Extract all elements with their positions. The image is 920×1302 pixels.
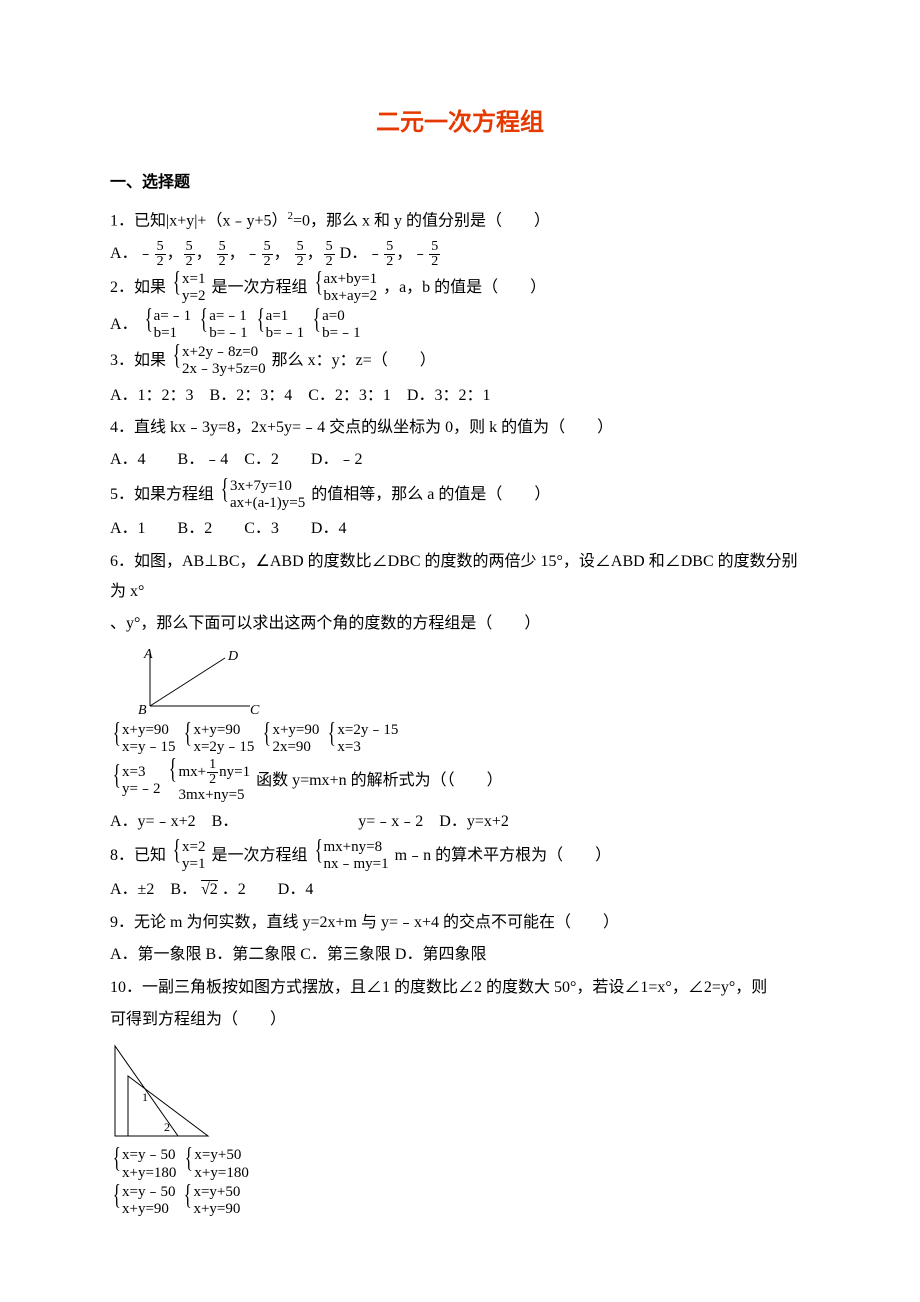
question-3-options: A．1：2：3 B．2：3：4 C．2：3：1 D．3：2：1 — [110, 381, 810, 411]
question-5-options: A．1 B．2 C．3 D．4 — [110, 514, 810, 544]
label-A: A — [143, 647, 153, 662]
question-8: 8．已知 x=2y=1 是一次方程组 mx+ny=8nx﹣my=1 m﹣n 的算… — [110, 839, 810, 874]
frac-icon: 52 — [429, 240, 440, 269]
q5-stem-b: 的值相等，那么 a 的值是（ ） — [311, 486, 550, 503]
page-title: 二元一次方程组 — [110, 100, 810, 146]
q1-D-mid: ，﹣ — [396, 245, 428, 262]
angle-figure-icon: A D B C — [110, 646, 260, 716]
q1-stem-a: 1．已知|x+y|+（x﹣y+5） — [110, 212, 287, 229]
brace-icon: x=y﹣50x+y=90 — [112, 1184, 175, 1219]
question-9-options: A．第一象限 B．第二象限 C．第三象限 D．第四象限 — [110, 940, 810, 970]
question-3: 3．如果 x+2y﹣8z=02x﹣3y+5z=0 那么 x：y：z=（ ） — [110, 344, 810, 379]
question-6-options: x+y=90x=y﹣15 x+y=90x=2y﹣15 x+y=902x=90 x… — [110, 722, 810, 757]
question-7: x=3y=﹣2 mx+12ny=1 3mx+ny=5 函数 y=mx+n 的解析… — [110, 758, 810, 804]
q1-A-pre: A． — [110, 245, 138, 262]
frac-icon: 52 — [155, 240, 166, 269]
brace-icon: x=y+50x+y=180 — [184, 1147, 248, 1182]
question-4-options: A．4 B．﹣4 C．2 D．﹣2 — [110, 445, 810, 475]
question-2-options: A． a=﹣1b=1 a=﹣1b=﹣1 a=1b=﹣1 a=0b=﹣1 — [110, 308, 810, 343]
brace-icon: mx+12ny=1 3mx+ny=5 — [168, 758, 250, 804]
question-10-stem2: 可得到方程组为（ ） — [110, 1005, 810, 1035]
q2-stem-c: ，a，b 的值是（ ） — [383, 279, 546, 296]
question-6-stem2: 、y°，那么下面可以求出这两个角的度数的方程组是（ ） — [110, 609, 810, 639]
q7-sys2a: mx+ — [178, 764, 206, 780]
question-9: 9．无论 m 为何实数，直线 y=2x+m 与 y=﹣x+4 的交点不可能在（ … — [110, 908, 810, 938]
frac-icon: 52 — [384, 240, 395, 269]
question-4: 4．直线 kx﹣3y=8，2x+5y=﹣4 交点的纵坐标为 0，则 k 的值为（… — [110, 413, 810, 443]
question-10-options: x=y﹣50x+y=180 x=y+50x+y=180 — [110, 1147, 810, 1182]
brace-icon: a=1b=﹣1 — [256, 308, 304, 343]
frac-icon: 52 — [184, 240, 195, 269]
q1-A-mid: ， — [167, 245, 183, 262]
q2-stem-b: 是一次方程组 — [211, 279, 307, 296]
question-2: 2．如果 x=1y=2 是一次方程组 ax+by=1bx+ay=2 ，a，b 的… — [110, 271, 810, 306]
q1-D-pre: D．﹣ — [340, 245, 384, 262]
q3-stem-b: 那么 x：y：z=（ ） — [272, 352, 436, 369]
q3-stem-a: 3．如果 — [110, 352, 166, 369]
question-5: 5．如果方程组 3x+7y=10ax+(a-1)y=5 的值相等，那么 a 的值… — [110, 478, 810, 513]
brace-icon: x=2y=1 — [172, 839, 205, 874]
q8-stem-c: m﹣n 的算术平方根为（ ） — [395, 847, 611, 864]
section-heading: 一、选择题 — [110, 168, 810, 198]
svg-text:1: 1 — [142, 1090, 148, 1104]
q1-C-mid: ， — [307, 245, 323, 262]
radical-icon: √2 — [201, 880, 218, 898]
brace-icon: x=y+50x+y=90 — [183, 1184, 240, 1219]
brace-icon: a=﹣1b=1 — [144, 308, 192, 343]
label-B: B — [138, 703, 147, 716]
q8-stem-b: 是一次方程组 — [211, 847, 307, 864]
brace-icon: x+y=902x=90 — [262, 722, 319, 757]
question-7-options: A．y=﹣x+2 B． y=﹣x﹣2 D．y=x+2 — [110, 807, 810, 837]
question-10-stem1: 10．一副三角板按如图方式摆放，且∠1 的度数比∠2 的度数大 50°，若设∠1… — [110, 973, 810, 1003]
q7-stem-b: 函数 y=mx+n 的解析式为（（ ） — [256, 772, 503, 789]
q1-stem-b: =0，那么 x 和 y 的值分别是（ ） — [293, 212, 550, 229]
question-10-options-2: x=y﹣50x+y=90 x=y+50x+y=90 — [110, 1184, 810, 1219]
q5-stem-a: 5．如果方程组 — [110, 486, 214, 503]
brace-icon: x=1y=2 — [172, 271, 205, 306]
frac-icon: 52 — [217, 240, 228, 269]
question-6-stem1: 6．如图，AB⊥BC，∠ABD 的度数比∠DBC 的度数的两倍少 15°，设∠A… — [110, 547, 810, 608]
frac-icon: 52 — [262, 240, 273, 269]
q8-opts-a: A．±2 B． — [110, 881, 197, 898]
brace-icon: x+y=90x=2y﹣15 — [183, 722, 254, 757]
brace-icon: ax+by=1bx+ay=2 — [314, 271, 378, 306]
question-1-options: A．﹣52，52， 52，﹣52， 52，52 D．﹣52，﹣52 — [110, 239, 810, 269]
brace-icon: a=﹣1b=﹣1 — [199, 308, 247, 343]
brace-icon: a=0b=﹣1 — [312, 308, 360, 343]
brace-icon: mx+ny=8nx﹣my=1 — [314, 839, 389, 874]
q8-opts-b: ．2 D．4 — [222, 881, 314, 898]
brace-icon: x=y﹣50x+y=180 — [112, 1147, 176, 1182]
frac-icon: 52 — [324, 240, 335, 269]
brace-icon: x=2y﹣15x=3 — [327, 722, 398, 757]
q2-stem-a: 2．如果 — [110, 279, 166, 296]
question-8-options: A．±2 B． √2 ．2 D．4 — [110, 875, 810, 905]
q1-B-mid: ，﹣ — [229, 245, 261, 262]
q2-A: A． — [110, 316, 138, 333]
brace-icon: x+2y﹣8z=02x﹣3y+5z=0 — [172, 344, 266, 379]
label-C: C — [250, 703, 260, 716]
frac-icon: 52 — [295, 240, 306, 269]
brace-icon: x=3y=﹣2 — [112, 764, 160, 799]
svg-text:2: 2 — [164, 1120, 170, 1134]
q8-stem-a: 8．已知 — [110, 847, 166, 864]
question-1: 1．已知|x+y|+（x﹣y+5）2=0，那么 x 和 y 的值分别是（ ） — [110, 206, 810, 237]
q7-sys2a2: ny=1 — [219, 764, 250, 780]
brace-icon: x+y=90x=y﹣15 — [112, 722, 175, 757]
frac-icon: 12 — [207, 758, 218, 787]
label-D: D — [227, 649, 238, 664]
triangle-setsquare-icon: 1 2 — [110, 1041, 240, 1141]
brace-icon: 3x+7y=10ax+(a-1)y=5 — [220, 478, 305, 513]
